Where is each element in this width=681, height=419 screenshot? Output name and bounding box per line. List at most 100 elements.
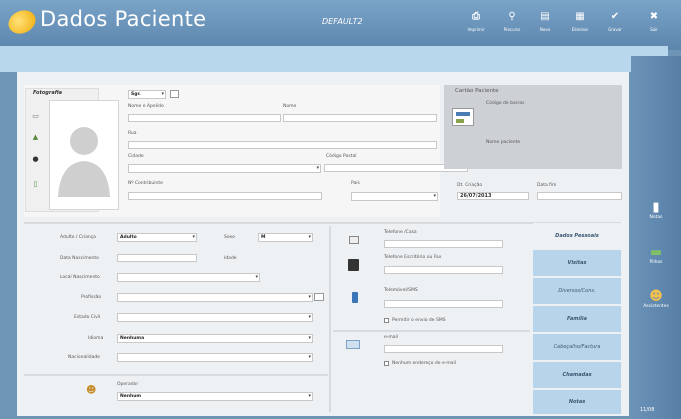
profession-edit-icon[interactable] — [314, 293, 324, 301]
delete-icon: ▦ — [575, 11, 585, 22]
birth-date-field[interactable] — [117, 254, 197, 262]
tab-family[interactable]: Família — [533, 306, 621, 332]
trash-icon[interactable]: ▯ — [31, 180, 40, 189]
new-button[interactable]: ▤ Novo — [525, 10, 565, 40]
title-select[interactable]: Sgr. ▾ — [128, 90, 166, 99]
language-select[interactable]: Nenhuma ▾ — [117, 334, 313, 343]
chevron-down-icon: ▾ — [308, 354, 311, 360]
card-icon — [452, 108, 474, 126]
card-title: Cartão Paciente — [455, 88, 499, 94]
chevron-down-icon: ▾ — [255, 274, 258, 280]
home-phone-label: Telefone /Casa — [384, 230, 417, 235]
print-button[interactable]: ⎙ Imprimir — [456, 10, 496, 40]
profession-select[interactable]: ▾ — [117, 293, 313, 302]
civil-status-label: Estado Civil — [74, 315, 101, 320]
tab-personal-data[interactable]: Dados Pessoais — [533, 223, 621, 249]
birth-place-label: Local Nascimento — [60, 275, 100, 280]
profession-label: Profissão — [81, 295, 102, 300]
adult-child-select[interactable]: Adulto ▾ — [117, 233, 197, 242]
city-label: Cidade — [128, 154, 144, 159]
tax-number-field[interactable] — [128, 192, 322, 200]
home-phone-field[interactable] — [384, 240, 503, 248]
sidebar-item-notes[interactable]: ▮ Notas — [636, 200, 676, 220]
chevron-down-icon: ▾ — [308, 234, 311, 240]
home-phone-icon — [349, 236, 359, 244]
image-icon[interactable]: ▲ — [31, 133, 40, 142]
end-date-label: Data fim — [537, 183, 557, 188]
barcode-label: Código de barras — [486, 101, 525, 106]
tab-invoice-header[interactable]: Cabeçalho/Factura — [533, 334, 621, 360]
camera-icon[interactable]: ● — [31, 155, 40, 164]
patient-photo[interactable] — [49, 100, 119, 210]
country-label: País — [351, 181, 360, 186]
chevron-down-icon: ▾ — [161, 91, 164, 97]
end-date-field[interactable] — [537, 192, 622, 200]
top-strip — [0, 46, 668, 72]
creation-date-field[interactable]: 26/07/2013 — [457, 192, 529, 200]
card-name-label: Nome paciente — [486, 140, 521, 145]
nationality-select[interactable]: ▾ — [117, 353, 313, 362]
right-sidebar — [631, 56, 681, 419]
tab-notes[interactable]: Notas — [533, 390, 621, 414]
exit-button[interactable]: ✖ Sair — [634, 10, 674, 40]
people-icon: ☻ — [649, 289, 663, 304]
country-select[interactable]: ▾ — [351, 192, 438, 201]
office-phone-field[interactable] — [384, 266, 503, 274]
divider — [24, 222, 621, 224]
page-title: Dados Paciente — [40, 7, 207, 31]
scan-icon[interactable]: ▭ — [31, 112, 40, 121]
no-email-checkbox[interactable] — [384, 361, 389, 366]
tab-misc[interactable]: Diversos/Cons. — [533, 278, 621, 304]
photo-label: Fotografia — [33, 90, 63, 96]
street-label: Rua — [128, 131, 137, 136]
first-name-field[interactable] — [128, 114, 281, 122]
sex-select[interactable]: M ▾ — [258, 233, 313, 242]
tab-calls[interactable]: Chamadas — [533, 362, 621, 388]
mode-label: DEFAULT2 — [322, 17, 363, 26]
print-icon: ⎙ — [472, 11, 480, 22]
delete-button[interactable]: ▦ Eliminar — [560, 10, 600, 40]
sms-label: Permitir o envio de SMS — [392, 318, 446, 323]
email-icon — [346, 340, 360, 349]
chevron-down-icon: ▾ — [308, 294, 311, 300]
language-label: Idioma — [88, 336, 104, 341]
city-select[interactable]: ▾ — [128, 164, 321, 173]
divider — [329, 226, 331, 412]
age-label: Idade — [224, 256, 237, 261]
patient-card — [444, 85, 622, 169]
tab-visits[interactable]: Visitas — [533, 250, 621, 276]
chevron-down-icon: ▾ — [308, 335, 311, 341]
sidebar-item-pilhas[interactable]: ▬ Pilhas — [636, 245, 676, 265]
mobile-field[interactable] — [384, 300, 503, 308]
avatar-icon — [58, 127, 110, 197]
save-button[interactable]: ✔ Gravar — [595, 10, 635, 40]
postal-code-label: Código Postal — [326, 154, 357, 159]
chevron-down-icon: ▾ — [308, 314, 311, 320]
mobile-icon — [352, 292, 358, 303]
new-document-icon: ▤ — [540, 11, 550, 22]
civil-status-select[interactable]: ▾ — [117, 313, 313, 322]
operator-icon: ☻ — [86, 385, 97, 396]
operator-label: Operador — [117, 382, 139, 387]
birth-place-select[interactable]: ▾ — [117, 273, 260, 282]
first-name-label: Nome e Apelido — [128, 104, 164, 109]
street-field[interactable] — [128, 141, 437, 149]
email-field[interactable] — [384, 345, 503, 353]
chevron-down-icon: ▾ — [308, 393, 311, 399]
last-name-label: Nome — [283, 104, 297, 109]
mobile-label: Telemóvel/SMS — [384, 288, 418, 293]
chevron-down-icon: ▾ — [433, 193, 436, 199]
operator-select[interactable]: Nenhum ▾ — [117, 392, 313, 401]
chevron-down-icon: ▾ — [192, 234, 195, 240]
close-icon: ✖ — [649, 11, 659, 22]
sms-checkbox[interactable] — [384, 318, 389, 323]
no-email-label: Nenhum endereço de e-mail — [392, 361, 457, 366]
sidebar-item-assistants[interactable]: ☻ Assistentes — [636, 289, 676, 309]
divider — [24, 374, 328, 376]
nationality-label: Nacionalidade — [68, 355, 100, 360]
last-name-field[interactable] — [283, 114, 437, 122]
office-phone-label: Telefone Escritório ou Fax — [384, 255, 442, 260]
book-icon: ▮ — [652, 200, 660, 215]
title-edit-icon[interactable] — [170, 90, 179, 98]
email-label: e-mail — [384, 335, 399, 340]
